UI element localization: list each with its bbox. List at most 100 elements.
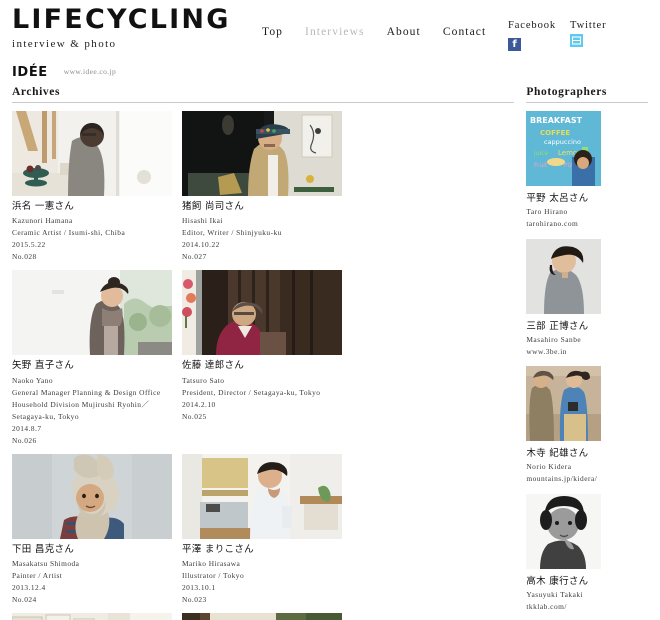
social-facebook[interactable]: Facebook f (508, 20, 570, 52)
photographer-thumbnail[interactable] (526, 494, 602, 570)
archive-thumbnail[interactable] (12, 453, 172, 539)
svg-text:COFFEE: COFFEE (540, 129, 570, 137)
photographer-meta: Taro Hirano tarohirano.com (526, 206, 648, 230)
photographer-site[interactable]: tkklab.com/ (526, 601, 648, 613)
twitter-icon[interactable] (570, 34, 583, 47)
photographer-card[interactable]: 木寺 紀雄さん Norio Kidera mountains.jp/kidera… (526, 366, 648, 485)
archive-thumbnail[interactable] (182, 111, 342, 196)
archive-card[interactable]: 浜名 一憲さん Kazunori Hamana Ceramic Artist /… (12, 111, 182, 263)
photo-hirano: BREAKFAST COFFEE cappuccino juice Lemon … (526, 111, 602, 186)
archive-thumbnail[interactable] (182, 270, 342, 356)
archive-number: No.024 (12, 594, 37, 604)
archive-number: No.028 (12, 252, 37, 262)
photo-sanbe (526, 238, 602, 314)
archive-name-jp: 浜名 一憲さん (12, 201, 75, 212)
archive-name-jp: 下田 昌克さん (12, 543, 75, 555)
archive-card[interactable]: 佐藤 達郎さん Tatsuro Sato President, Director… (182, 270, 352, 446)
photographer-name-en: Taro Hirano (526, 207, 568, 216)
svg-text:cappuccino: cappuccino (544, 138, 581, 146)
archive-card[interactable]: 下田 昌克さん Masakatsu Shimoda Painter / Arti… (12, 453, 182, 606)
archive-role: General Manager Planning & Design Office (12, 387, 161, 397)
archive-name-en: Hisashi Ikai (182, 216, 223, 226)
photographer-site[interactable]: tarohirano.com (526, 218, 648, 230)
nav-item-contact[interactable]: Contact (443, 26, 486, 38)
archive-number: No.026 (12, 435, 37, 445)
photo-koike-ogawa (182, 612, 342, 620)
archive-thumbnail[interactable] (12, 111, 172, 196)
archive-name-en: Naoko Yano (12, 375, 54, 385)
archive-date: 2015.5.22 (12, 240, 46, 250)
photographer-name-jp: 高木 康行さん (526, 576, 589, 588)
photographer-name-jp: 平野 太呂さん (526, 193, 589, 204)
archive-name-en: Tatsuro Sato (182, 375, 225, 385)
archive-role: Ceramic Artist / Isumi-shi, Chiba (12, 228, 126, 238)
photographer-name-en: Norio Kidera (526, 462, 572, 472)
archives-divider (12, 102, 515, 103)
archive-role: Editor, Writer / Shinjyuku-ku (182, 228, 282, 238)
photographer-site[interactable]: mountains.jp/kidera/ (526, 473, 648, 485)
archives-column: Archives 浜名 一憲さん Kazunori Hamana Ceramic… (12, 84, 515, 620)
archive-meta: Masakatsu Shimoda Painter / Artist 2013.… (12, 558, 182, 606)
site-title: LIFECYCLING (12, 4, 231, 35)
photo-kidera (526, 366, 602, 442)
photo-okuma (12, 612, 172, 620)
archives-heading: Archives (12, 86, 61, 98)
sponsor-row: IDÉE www.idee.co.jp (0, 62, 660, 84)
photographer-card[interactable]: 高木 康行さん Yasuyuki Takaki tkklab.com/ (526, 494, 648, 613)
photographer-site[interactable]: www.3be.in (526, 346, 648, 358)
idee-url[interactable]: www.idee.co.jp (64, 67, 116, 76)
photographers-divider (526, 102, 648, 103)
archive-thumbnail[interactable] (182, 453, 342, 539)
facebook-icon[interactable]: f (508, 38, 521, 51)
archive-name-en: Masakatsu Shimoda (12, 559, 80, 569)
archive-name-en: Kazunori Hamana (12, 216, 73, 226)
archive-meta: Mariko Hirasawa Illustrator / Tokyo 2013… (182, 558, 352, 606)
archive-card[interactable]: 小池 高弘さん 小川 奈緒さん Takahiro Koike, Nao Ogaw… (182, 612, 352, 620)
photo-takaki (526, 494, 602, 570)
archive-card[interactable]: 猪飼 尚司さん Hisashi Ikai Editor, Writer / Sh… (182, 111, 352, 263)
archive-card[interactable]: 平澤 まりこさん Mariko Hirasawa Illustrator / T… (182, 453, 352, 606)
archive-thumbnail[interactable] (12, 270, 172, 356)
photographers-heading: Photographers (526, 86, 607, 98)
nav-item-interviews[interactable]: Interviews (305, 26, 365, 38)
archive-card[interactable]: 矢野 直子さん Naoko Yano General Manager Plann… (12, 270, 182, 446)
photo-hirasawa (182, 453, 342, 539)
archive-thumbnail[interactable] (12, 612, 172, 620)
idee-logo[interactable]: IDÉE (12, 65, 48, 80)
archive-meta: Naoko Yano General Manager Planning & De… (12, 375, 182, 447)
archive-date: 2014.8.7 (12, 423, 42, 433)
photographer-thumbnail[interactable] (526, 366, 602, 442)
photo-shimoda (12, 453, 172, 539)
nav-item-top[interactable]: Top (262, 26, 283, 38)
facebook-label: Facebook (508, 20, 557, 31)
archive-thumbnail[interactable] (182, 612, 342, 620)
photographer-name-jp: 木寺 紀雄さん (526, 448, 589, 460)
archive-meta: Kazunori Hamana Ceramic Artist / Isumi-s… (12, 215, 182, 263)
archives-grid: 浜名 一憲さん Kazunori Hamana Ceramic Artist /… (12, 111, 514, 620)
photo-yano (12, 270, 172, 356)
twitter-label: Twitter (570, 20, 607, 31)
archive-name-jp: 平澤 まりこさん (182, 543, 254, 555)
archive-meta: Hisashi Ikai Editor, Writer / Shinjyuku-… (182, 215, 352, 263)
photographer-card[interactable]: 三部 正博さん Masahiro Sanbe www.3be.in (526, 238, 648, 358)
archive-date: 2014.10.22 (182, 240, 220, 250)
photographer-meta: Masahiro Sanbe www.3be.in (526, 334, 648, 358)
archive-number: No.027 (182, 252, 207, 262)
archive-date: 2013.12.4 (12, 582, 46, 592)
photo-hamana (12, 111, 172, 196)
archive-role: Painter / Artist (12, 571, 63, 580)
photographer-name-jp: 三部 正博さん (526, 320, 589, 332)
photographer-name-en: Masahiro Sanbe (526, 334, 582, 344)
archive-date: 2013.10.1 (182, 582, 216, 592)
site-tagline: interview & photo (12, 38, 117, 50)
nav-item-about[interactable]: About (387, 26, 421, 38)
photographer-card[interactable]: BREAKFAST COFFEE cappuccino juice Lemon … (526, 111, 648, 230)
svg-text:juice: juice (533, 150, 548, 157)
archive-card[interactable]: 大熊 健郎さん Takeo Okuma Product Planning Man… (12, 612, 182, 620)
archive-number: No.025 (182, 411, 207, 421)
photographer-thumbnail[interactable] (526, 238, 602, 314)
social-twitter[interactable]: Twitter (570, 20, 632, 52)
brand[interactable]: LIFECYCLING interview & photo (12, 6, 231, 50)
archive-date: 2014.2.10 (182, 399, 216, 409)
photographer-thumbnail[interactable]: BREAKFAST COFFEE cappuccino juice Lemon … (526, 111, 602, 186)
